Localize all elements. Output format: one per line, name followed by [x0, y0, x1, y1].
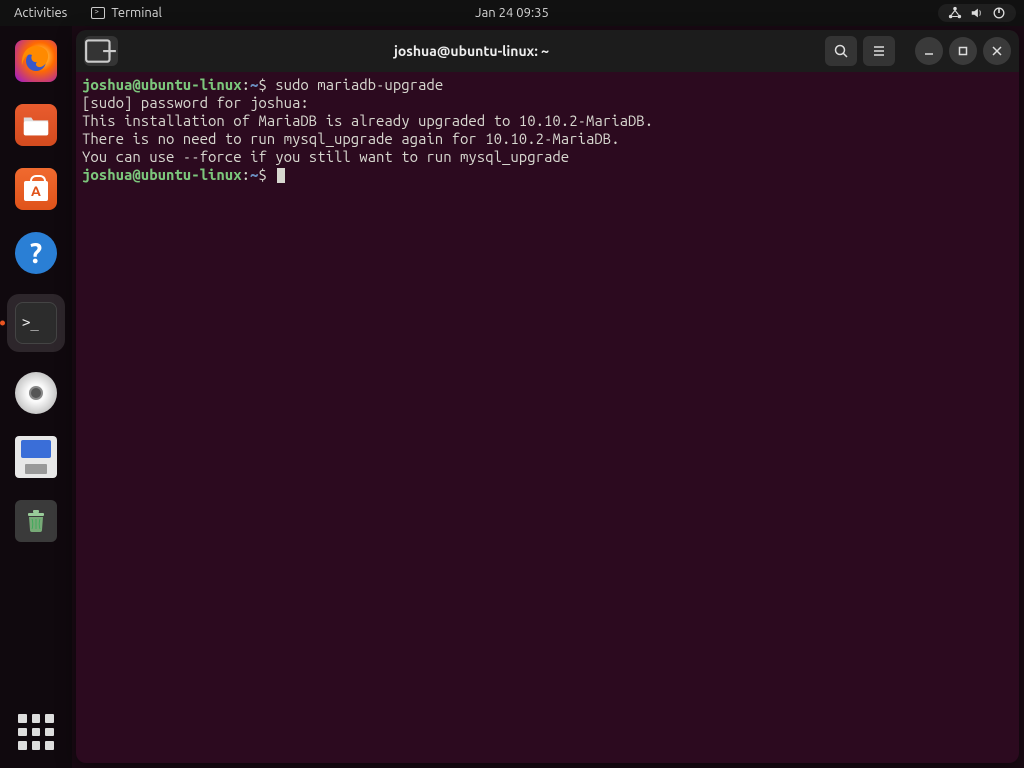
- terminal-cursor: [277, 168, 285, 183]
- power-icon: [992, 6, 1006, 20]
- maximize-icon: [957, 45, 969, 57]
- output-line: [sudo] password for joshua:: [82, 94, 317, 111]
- command-text: sudo mariadb-upgrade: [275, 76, 443, 93]
- output-line: This installation of MariaDB is already …: [82, 112, 653, 129]
- floppy-icon: [15, 436, 57, 478]
- dock-trash[interactable]: [13, 498, 59, 544]
- terminal-small-icon: [91, 7, 105, 19]
- dock-software[interactable]: [13, 166, 59, 212]
- terminal-window: joshua@ubuntu-linux: ~ joshua@ubuntu-lin…: [76, 30, 1019, 763]
- prompt-userhost: joshua@ubuntu-linux: [82, 76, 242, 93]
- terminal-icon: >_: [15, 302, 57, 344]
- close-button[interactable]: [983, 37, 1011, 65]
- disc-icon: [15, 372, 57, 414]
- minimize-icon: [923, 45, 935, 57]
- new-tab-button[interactable]: [84, 36, 118, 66]
- prompt-userhost: joshua@ubuntu-linux: [82, 166, 242, 183]
- window-title: joshua@ubuntu-linux: ~: [124, 43, 819, 59]
- output-line: There is no need to run mysql_upgrade ag…: [82, 130, 620, 147]
- ubuntu-dock: ? >_: [0, 26, 72, 768]
- maximize-button[interactable]: [949, 37, 977, 65]
- clock[interactable]: Jan 24 09:35: [475, 6, 549, 20]
- window-titlebar: joshua@ubuntu-linux: ~: [76, 30, 1019, 72]
- activities-button[interactable]: Activities: [8, 4, 73, 22]
- minimize-button[interactable]: [915, 37, 943, 65]
- prompt-symbol: $: [258, 166, 275, 183]
- output-line: You can use --force if you still want to…: [82, 148, 569, 165]
- dock-floppy[interactable]: [13, 434, 59, 480]
- help-icon: ?: [15, 232, 57, 274]
- dock-terminal[interactable]: >_: [7, 294, 65, 352]
- hamburger-menu-button[interactable]: [863, 36, 895, 66]
- appmenu-label: Terminal: [111, 6, 162, 20]
- system-status-area[interactable]: [938, 4, 1016, 22]
- network-icon: [948, 6, 962, 20]
- dock-disc[interactable]: [13, 370, 59, 416]
- software-icon: [15, 168, 57, 210]
- files-icon: [15, 104, 57, 146]
- gnome-top-bar: Activities Terminal Jan 24 09:35: [0, 0, 1024, 26]
- prompt-separator: :: [242, 166, 250, 183]
- trash-icon: [15, 500, 57, 542]
- volume-icon: [970, 6, 984, 20]
- dock-help[interactable]: ?: [13, 230, 59, 276]
- firefox-icon: [15, 40, 57, 82]
- prompt-separator: :: [242, 76, 250, 93]
- hamburger-icon: [871, 43, 887, 59]
- close-icon: [991, 45, 1003, 57]
- dock-firefox[interactable]: [13, 38, 59, 84]
- prompt-symbol: $: [258, 76, 275, 93]
- tab-plus-icon: [84, 34, 118, 68]
- search-button[interactable]: [825, 36, 857, 66]
- appmenu-terminal[interactable]: Terminal: [91, 6, 162, 20]
- show-applications-button[interactable]: [18, 714, 54, 750]
- terminal-scrollbar[interactable]: [1010, 76, 1016, 757]
- terminal-output-area[interactable]: joshua@ubuntu-linux:~$ sudo mariadb-upgr…: [76, 72, 1019, 763]
- search-icon: [833, 43, 849, 59]
- dock-files[interactable]: [13, 102, 59, 148]
